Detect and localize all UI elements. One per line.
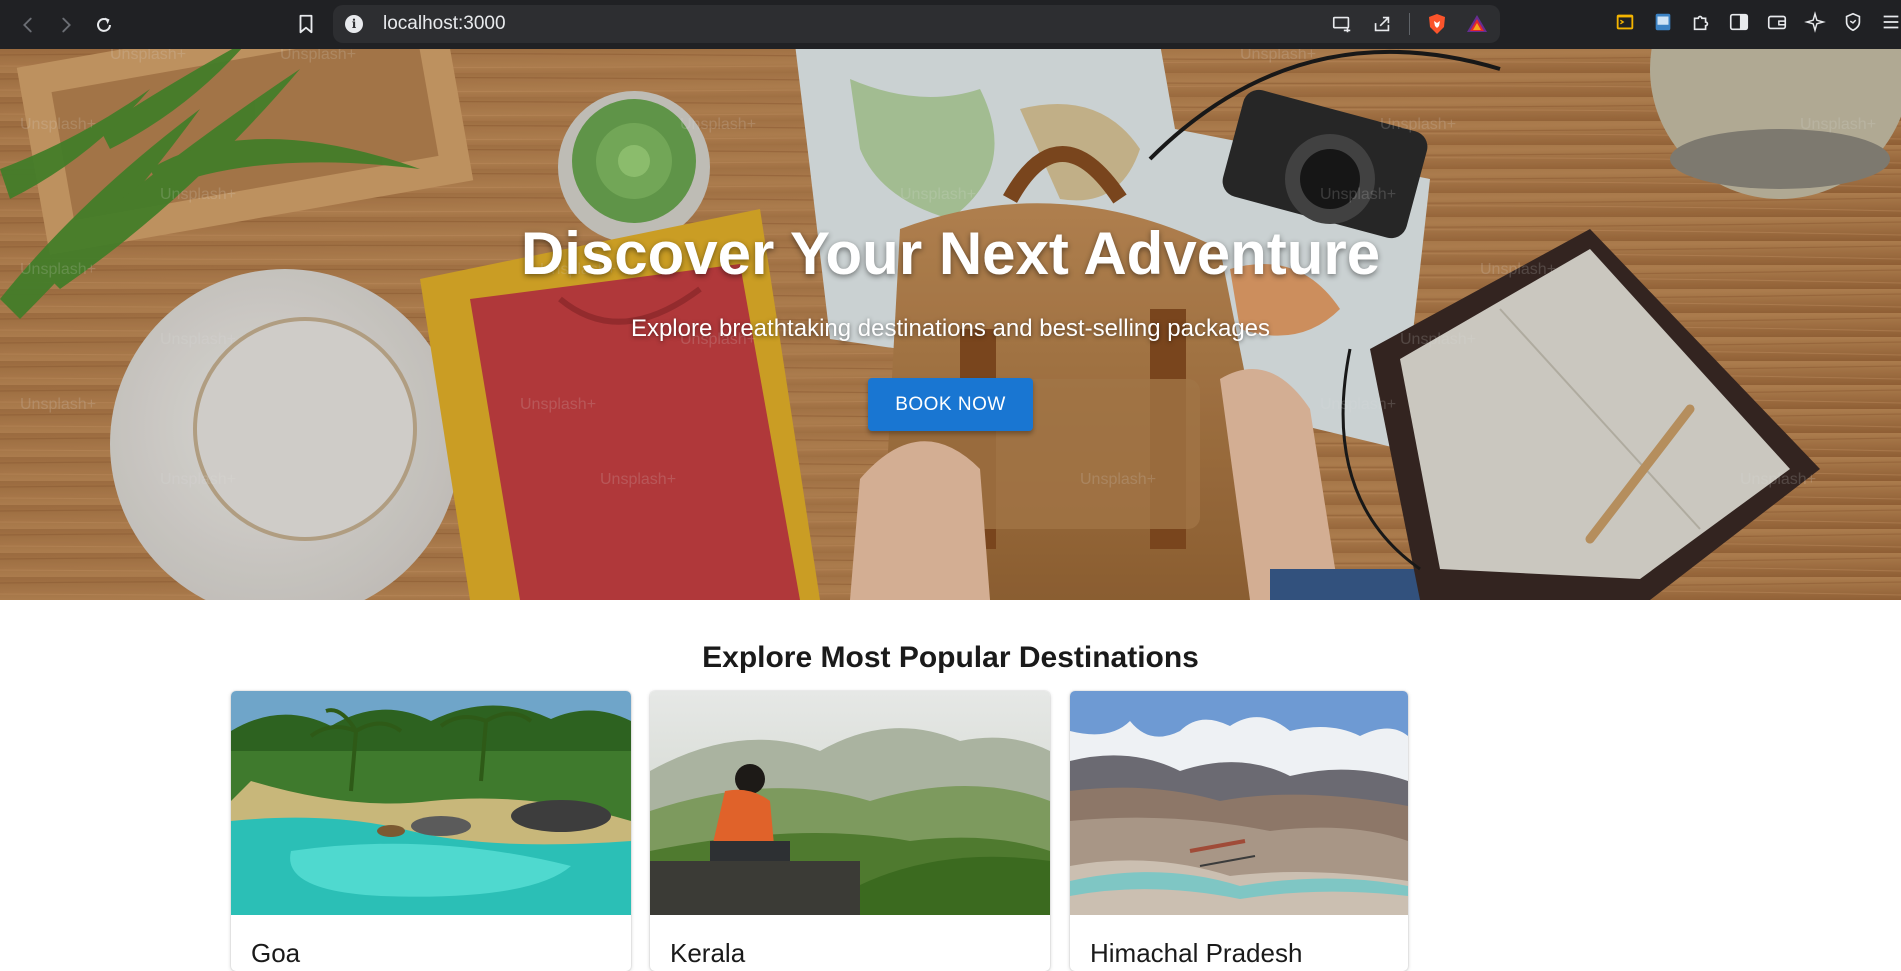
extensions-area [1612,9,1901,35]
notes-extension-icon[interactable] [1650,9,1676,35]
destinations-heading: Explore Most Popular Destinations [702,641,1199,674]
site-info-icon[interactable]: i [345,15,363,33]
brave-shields-icon[interactable] [1424,11,1450,37]
brave-rewards-icon[interactable] [1464,11,1490,37]
puzzle-icon[interactable] [1688,9,1714,35]
destination-card-kerala[interactable]: Kerala [650,691,1050,971]
hero-banner: Unsplash+ Unsplash+ Unsplash+ Unsplash+ Uns… [0,49,1901,600]
kerala-image [650,691,1050,915]
sidebar-icon[interactable] [1726,9,1752,35]
card-title-himachal-pradesh: Himachal Pradesh [1090,938,1303,968]
card-title-goa: Goa [251,938,301,968]
book-now-button[interactable]: BOOK NOW [868,378,1033,431]
menu-icon[interactable] [1878,9,1901,35]
leo-ai-icon[interactable] [1802,9,1828,35]
vpn-shield-icon[interactable] [1840,9,1866,35]
cast-icon[interactable] [1329,11,1355,37]
hero-title: Discover Your Next Adventure [520,220,1381,287]
back-arrow-icon[interactable] [9,6,47,44]
console-extension-icon[interactable] [1612,9,1638,35]
himachal-pradesh-image [1070,691,1408,915]
forward-arrow-icon[interactable] [47,6,85,44]
bookmark-icon[interactable] [293,11,319,37]
address-bar[interactable]: i localhost:3000 [333,5,1500,43]
goa-image [231,691,631,915]
url-text[interactable]: localhost:3000 [383,13,506,35]
card-title-kerala: Kerala [670,938,746,968]
hero-subtitle: Explore breathtaking destinations and be… [630,315,1271,342]
share-icon[interactable] [1369,11,1395,37]
wallet-icon[interactable] [1764,9,1790,35]
destination-card-goa[interactable]: Goa [231,691,631,971]
reload-icon[interactable] [85,6,123,44]
destination-card-himachal-pradesh[interactable]: Himachal Pradesh [1070,691,1408,971]
omnibox-divider [1409,13,1410,35]
